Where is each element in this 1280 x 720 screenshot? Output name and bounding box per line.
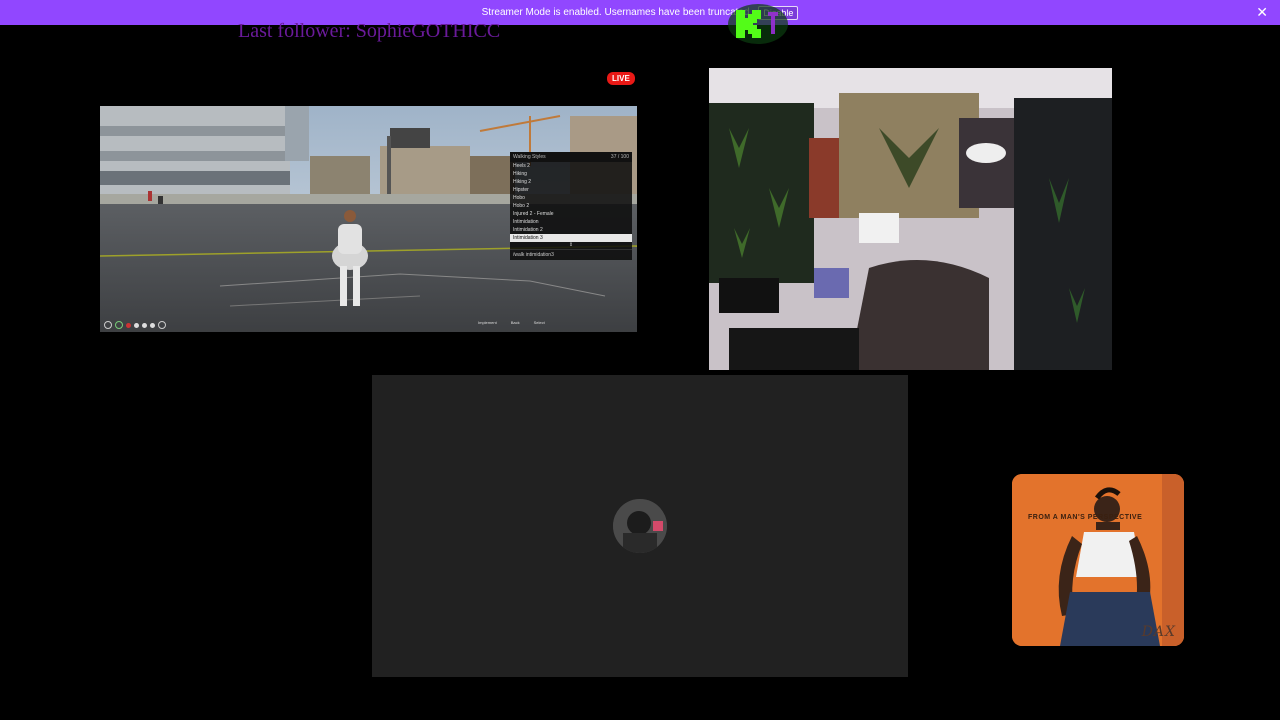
menu-item[interactable]: Hobo 2: [510, 202, 632, 210]
menu-footer: /walk intimidation3: [510, 249, 632, 260]
kick-logo: [728, 2, 788, 44]
menu-item[interactable]: Heels 2: [510, 162, 632, 170]
game-hud-left: [104, 321, 166, 329]
hud-key-label: Select: [533, 320, 545, 325]
album-cover: FROM A MAN'S PERSPECTIVE DAX: [1012, 474, 1184, 646]
menu-item[interactable]: Hipster: [510, 186, 632, 194]
hud-stat-icon: [150, 323, 155, 328]
hud-shield-icon: [115, 321, 123, 329]
empty-video-panel: [372, 375, 908, 677]
close-icon[interactable]: ✕: [1256, 4, 1268, 20]
avatar[interactable]: [613, 499, 667, 553]
streamer-mode-message: Streamer Mode is enabled. Usernames have…: [481, 7, 753, 18]
album-tagline: FROM A MAN'S PERSPECTIVE: [1028, 514, 1143, 521]
webcam-feed: [709, 68, 1112, 370]
album-artist: DAX: [1141, 624, 1176, 640]
menu-item-selected[interactable]: Intimidation 3: [510, 234, 632, 242]
menu-title: Walking Styles: [513, 154, 546, 160]
game-hud-right: Implement Back Select: [478, 320, 545, 325]
hud-brain-icon: [158, 321, 166, 329]
hud-stat-icon: [126, 323, 131, 328]
walking-styles-menu: Walking Styles 37 / 100 Heels 2 Hiking H…: [510, 152, 632, 260]
menu-item[interactable]: Intimidation 2: [510, 226, 632, 234]
menu-item[interactable]: Intimidation: [510, 218, 632, 226]
menu-header: Walking Styles 37 / 100: [510, 152, 632, 162]
menu-item[interactable]: Hiking 2: [510, 178, 632, 186]
menu-item[interactable]: Injured 2 - Female: [510, 210, 632, 218]
game-capture: Walking Styles 37 / 100 Heels 2 Hiking H…: [100, 106, 637, 332]
hud-key-label: Back: [510, 320, 520, 325]
menu-counter: 37 / 100: [610, 154, 629, 160]
album-art-image: [1012, 474, 1184, 646]
hud-circle-icon: [104, 321, 112, 329]
live-badge: LIVE: [607, 72, 635, 85]
menu-item[interactable]: Hiking: [510, 170, 632, 178]
last-follower-label: Last follower: SophieGOTHICC: [238, 20, 501, 42]
hud-key-label: Implement: [478, 320, 497, 325]
streamer-mode-banner: Streamer Mode is enabled. Usernames have…: [0, 0, 1280, 25]
hud-stat-icon: [142, 323, 147, 328]
hud-stat-icon: [134, 323, 139, 328]
menu-item[interactable]: Hobo: [510, 194, 632, 202]
menu-scroll-arrows-icon[interactable]: ⇕: [510, 242, 632, 249]
webcam-scene: [709, 68, 1112, 370]
